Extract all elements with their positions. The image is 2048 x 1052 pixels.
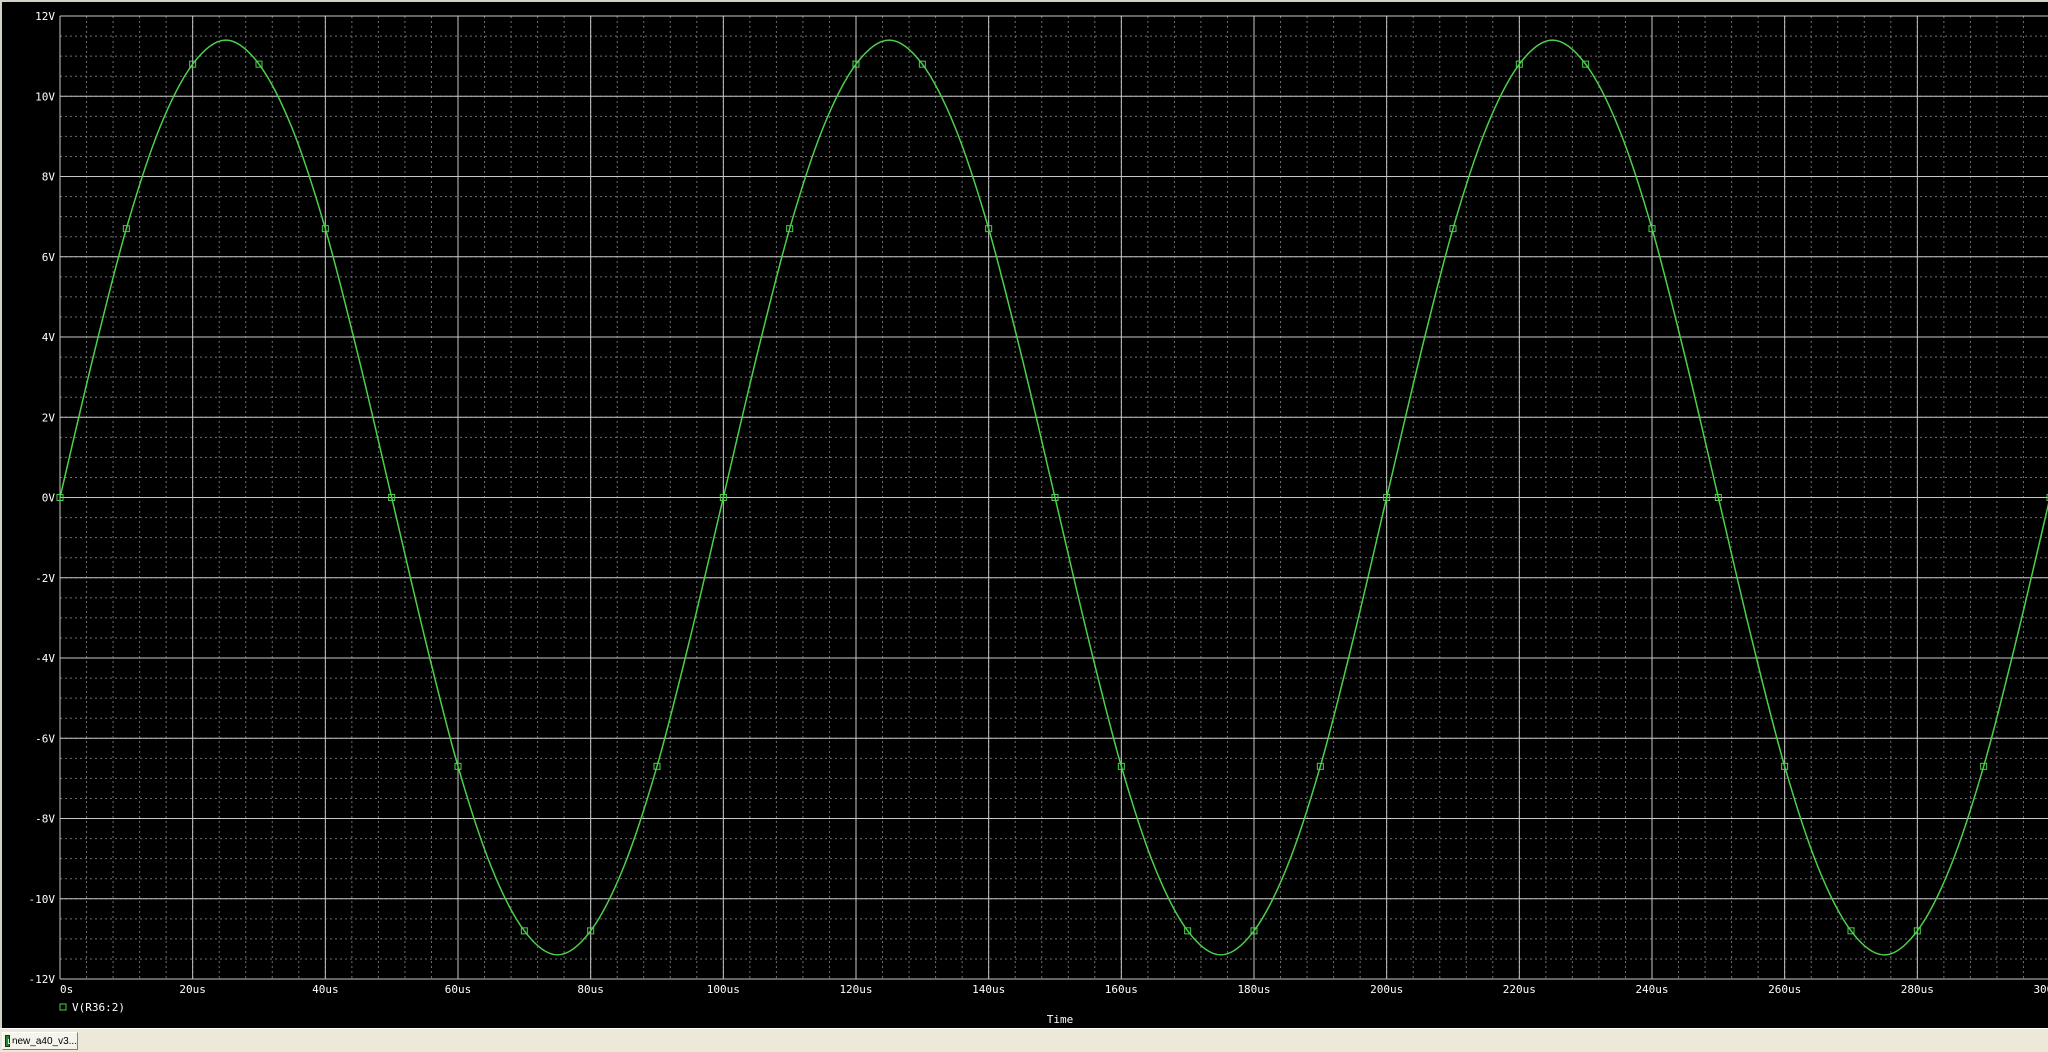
y-tick-label: 6V (42, 251, 56, 264)
x-tick-label: 180us (1237, 983, 1270, 996)
y-tick-label: -4V (35, 652, 55, 665)
y-tick-labels: 12V 10V 8V 6V 4V 2V 0V -2V -4V -6V -8V -10V -12V (29, 10, 56, 986)
probe-app-icon (5, 1035, 15, 1047)
x-tick-label: 300us (2033, 983, 2048, 996)
x-tick-label: 40us (312, 983, 339, 996)
y-tick-label: 2V (42, 411, 56, 424)
x-tick-label: 60us (445, 983, 472, 996)
x-tick-label: 100us (707, 983, 740, 996)
y-tick-label: 10V (35, 90, 55, 103)
y-tick-label: 8V (42, 171, 56, 184)
x-tick-label: 240us (1635, 983, 1668, 996)
x-tick-label: 140us (972, 983, 1005, 996)
x-tick-label: 20us (179, 983, 206, 996)
x-axis-title: Time (1047, 1013, 1074, 1026)
legend-marker-icon (59, 1003, 67, 1011)
x-tick-label: 120us (839, 983, 872, 996)
y-tick-label: -8V (35, 813, 55, 826)
y-tick-label: 0V (42, 492, 56, 505)
x-tick-label: 220us (1503, 983, 1536, 996)
x-tick-label: 260us (1768, 983, 1801, 996)
y-tick-label: -10V (29, 893, 56, 906)
y-tick-label: -6V (35, 732, 55, 745)
x-tick-label: 160us (1105, 983, 1138, 996)
x-tick-label: 80us (577, 983, 604, 996)
x-tick-label: 200us (1370, 983, 1403, 996)
window-task-button[interactable]: new_a40_v3... (2, 1032, 78, 1050)
major-grid (59, 15, 2048, 980)
x-tick-labels: 0s 20us 40us 60us 80us 100us 120us 140us 160us 18… (60, 983, 2048, 996)
waveform-chart[interactable]: 12V 10V 8V 6V 4V 2V 0V -2V -4V -6V -8V -10V -12V 0s 2… (2, 2, 2048, 1030)
y-tick-label: 12V (35, 10, 55, 23)
probe-plot-window[interactable]: 12V 10V 8V 6V 4V 2V 0V -2V -4V -6V -8V -10V -12V 0s 2… (0, 0, 2048, 1028)
y-tick-label: 4V (42, 331, 56, 344)
y-tick-label: -12V (29, 973, 56, 986)
x-tick-label: 280us (1901, 983, 1934, 996)
x-tick-label: 0s (60, 983, 73, 996)
task-button-label: new_a40_v3... (11, 1035, 77, 1047)
legend[interactable]: V(R36:2) (59, 1001, 125, 1014)
y-tick-label: -2V (35, 572, 55, 585)
legend-series-label[interactable]: V(R36:2) (72, 1001, 125, 1014)
taskbar: new_a40_v3... (0, 1028, 2048, 1052)
